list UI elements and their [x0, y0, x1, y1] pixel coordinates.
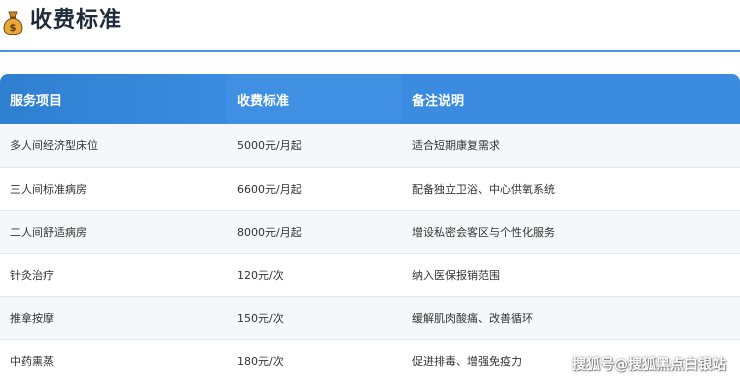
- table-row: 二人间舒适病房 8000元/月起 增设私密会客区与个性化服务: [0, 210, 740, 254]
- cell-price: 150元/次: [227, 296, 402, 340]
- table-row: 三人间标准病房 6600元/月起 配备独立卫浴、中心供氧系统: [0, 167, 740, 211]
- fee-standard-page: $ 收费标准 服务项目 收费标准 备注说明 多人间经济型床位 5000元/月起 …: [0, 0, 740, 381]
- column-header-price: 收费标准: [227, 74, 402, 124]
- cell-price: 120元/次: [227, 253, 402, 297]
- cell-notes: 适合短期康复需求: [402, 124, 740, 168]
- fee-table-container: 服务项目 收费标准 备注说明 多人间经济型床位 5000元/月起 适合短期康复需…: [0, 74, 740, 381]
- section-heading: $ 收费标准: [0, 0, 740, 52]
- table-row: 针灸治疗 120元/次 纳入医保报销范围: [0, 253, 740, 297]
- cell-price: 180元/次: [227, 339, 402, 381]
- cell-service: 三人间标准病房: [0, 167, 227, 211]
- cell-service: 多人间经济型床位: [0, 124, 227, 168]
- cell-price: 8000元/月起: [227, 210, 402, 254]
- cell-price: 6600元/月起: [227, 167, 402, 211]
- watermark: 搜狐号@搜狐黑点白银站: [572, 357, 726, 373]
- cell-service: 二人间舒适病房: [0, 210, 227, 254]
- column-header-service: 服务项目: [0, 74, 227, 124]
- table-row: 多人间经济型床位 5000元/月起 适合短期康复需求: [0, 124, 740, 168]
- cell-service: 针灸治疗: [0, 253, 227, 297]
- table-header-row: 服务项目 收费标准 备注说明: [0, 74, 740, 124]
- cell-price: 5000元/月起: [227, 124, 402, 168]
- column-header-notes: 备注说明: [402, 74, 740, 124]
- fee-table: 服务项目 收费标准 备注说明 多人间经济型床位 5000元/月起 适合短期康复需…: [0, 74, 740, 381]
- money-bag-icon: $: [3, 11, 23, 36]
- table-row: 推拿按摩 150元/次 缓解肌肉酸痛、改善循环: [0, 296, 740, 340]
- cell-notes: 纳入医保报销范围: [402, 253, 740, 297]
- page-title: 收费标准: [30, 8, 123, 33]
- cell-notes: 缓解肌肉酸痛、改善循环: [402, 296, 740, 340]
- cell-notes: 配备独立卫浴、中心供氧系统: [402, 167, 740, 211]
- cell-service: 推拿按摩: [0, 296, 227, 340]
- cell-service: 中药熏蒸: [0, 339, 227, 381]
- svg-text:$: $: [10, 23, 17, 34]
- cell-notes: 增设私密会客区与个性化服务: [402, 210, 740, 254]
